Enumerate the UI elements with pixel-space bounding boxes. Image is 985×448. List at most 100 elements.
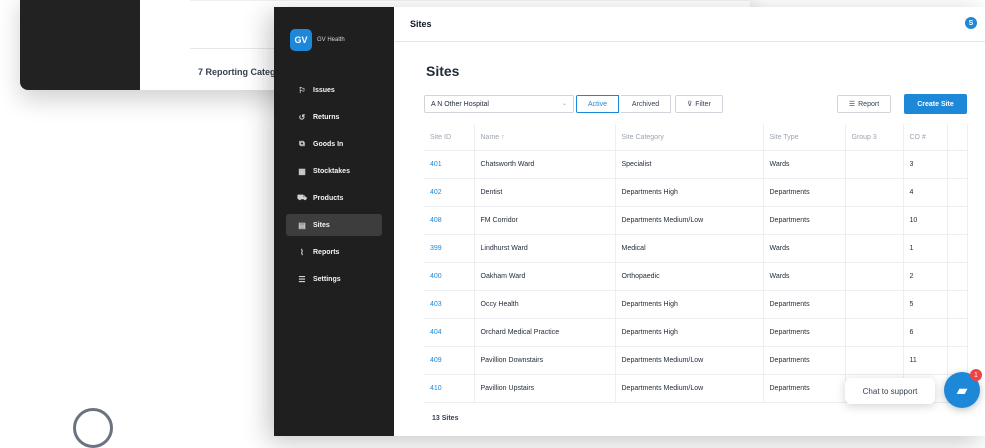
- table-cell: Departments: [763, 374, 846, 403]
- chat-to-support-button[interactable]: Chat to support: [845, 378, 935, 404]
- column-header[interactable]: CO #: [903, 124, 948, 151]
- settings-icon: ☰: [298, 274, 306, 284]
- chevron-down-icon: ⌄: [561, 101, 567, 107]
- brand-name: GV Health: [317, 37, 345, 43]
- table-cell-spacer: [947, 318, 968, 347]
- site-id-link[interactable]: 410: [424, 374, 475, 403]
- table-row[interactable]: 408 FM Corridor Departments Medium/Low Depa…: [424, 206, 968, 235]
- table-cell: [845, 262, 904, 291]
- table-cell: Pavillion Downstairs: [474, 346, 616, 375]
- table-cell: Orthopaedic: [615, 262, 764, 291]
- table-cell: [845, 318, 904, 347]
- table-cell-spacer: [947, 206, 968, 235]
- cart-icon: ⛟: [296, 193, 308, 202]
- filter-icon: ⊽: [687, 101, 693, 108]
- sidebar-item-label: Settings: [313, 275, 341, 283]
- table-cell: [845, 150, 904, 179]
- site-id-link[interactable]: 403: [424, 290, 475, 319]
- table-cell: [845, 178, 904, 207]
- sites-icon: ▤: [298, 220, 306, 230]
- site-id-link[interactable]: 404: [424, 318, 475, 347]
- table-cell: Wards: [763, 262, 846, 291]
- sidebar-item-sites[interactable]: ▤ Sites: [286, 214, 382, 236]
- top-bar: Sites: [394, 7, 985, 42]
- sidebar-item-reports[interactable]: ⌇ Reports: [286, 241, 382, 263]
- table-cell: Specialist: [615, 150, 764, 179]
- goods-in-icon: ⧉: [299, 139, 305, 148]
- table-cell: 2: [903, 262, 948, 291]
- table-cell: [845, 346, 904, 375]
- sidebar-item-label: Stocktakes: [313, 167, 350, 175]
- site-id-link[interactable]: 408: [424, 206, 475, 235]
- table-cell: [845, 234, 904, 263]
- sidebar-item-products[interactable]: ⛟ Products: [286, 187, 382, 209]
- page-title: Sites: [426, 63, 460, 79]
- filter-archived-toggle[interactable]: Archived: [621, 95, 671, 113]
- column-header[interactable]: Name ↑: [474, 124, 616, 151]
- create-site-button[interactable]: Create Site: [904, 94, 967, 114]
- table-row[interactable]: 399 Lindhurst Ward Medical Wards 1: [424, 234, 968, 263]
- avatar[interactable]: S: [965, 17, 977, 29]
- table-row[interactable]: 402 Dentist Departments High Departments 4: [424, 178, 968, 207]
- table-cell: [845, 290, 904, 319]
- table-cell: Departments Medium/Low: [615, 206, 764, 235]
- column-header-spacer: [947, 124, 968, 151]
- chat-notification-badge: 1: [970, 369, 982, 381]
- report-button[interactable]: ☰ Report: [837, 95, 891, 113]
- table-cell: Departments: [763, 318, 846, 347]
- sidebar-item-returns[interactable]: ↺ Returns: [286, 106, 382, 128]
- table-cell: Chatsworth Ward: [474, 150, 616, 179]
- sidebar-item-issues[interactable]: ⚐ Issues: [286, 79, 382, 101]
- table-cell: Wards: [763, 234, 846, 263]
- column-header[interactable]: Site ID: [424, 124, 475, 151]
- sidebar-item-goods-in[interactable]: ⧉ Goods In: [286, 133, 382, 155]
- table-cell: Departments: [763, 346, 846, 375]
- column-header[interactable]: Group 3: [845, 124, 904, 151]
- filter-active-toggle[interactable]: Active: [576, 95, 619, 113]
- table-row[interactable]: 404 Orchard Medical Practice Departments H…: [424, 318, 968, 347]
- table-cell: Medical: [615, 234, 764, 263]
- table-cell: Departments High: [615, 290, 764, 319]
- sidebar: GV GV Health ⚐ Issues ↺ Returns ⧉ Goods In ▦ St…: [274, 7, 394, 436]
- decorative-circle: [73, 408, 113, 448]
- table-cell: Departments: [763, 178, 846, 207]
- sites-count: 13 Sites: [432, 415, 459, 422]
- site-id-link[interactable]: 399: [424, 234, 475, 263]
- table-cell: Departments Medium/Low: [615, 374, 764, 403]
- site-id-link[interactable]: 402: [424, 178, 475, 207]
- table-row[interactable]: 400 Oakham Ward Orthopaedic Wards 2: [424, 262, 968, 291]
- chat-icon: ▰: [956, 381, 968, 398]
- table-cell: Orchard Medical Practice: [474, 318, 616, 347]
- site-id-link[interactable]: 409: [424, 346, 475, 375]
- hospital-select-value: A N Other Hospital: [431, 100, 489, 108]
- table-cell: 1: [903, 234, 948, 263]
- table-cell: Departments High: [615, 318, 764, 347]
- hospital-select[interactable]: A N Other Hospital ⌄: [424, 95, 574, 113]
- main-content: Sites S Sites A N Other Hospital ⌄ Activ…: [394, 7, 985, 436]
- column-header[interactable]: Site Type: [763, 124, 846, 151]
- site-id-link[interactable]: 401: [424, 150, 475, 179]
- app-window: GV GV Health ⚐ Issues ↺ Returns ⧉ Goods In ▦ St…: [274, 7, 985, 436]
- return-icon: ↺: [298, 112, 306, 122]
- logo: GV: [290, 29, 312, 51]
- table-cell: FM Corridor: [474, 206, 616, 235]
- table-row[interactable]: 401 Chatsworth Ward Specialist Wards 3: [424, 150, 968, 179]
- sidebar-item-label: Returns: [313, 113, 340, 121]
- filter-button-label: Filter: [695, 100, 711, 108]
- column-header[interactable]: Site Category: [615, 124, 764, 151]
- table-cell: Departments: [763, 206, 846, 235]
- table-cell-spacer: [947, 262, 968, 291]
- report-icon: ☰: [848, 101, 856, 108]
- sidebar-item-label: Products: [313, 194, 344, 202]
- table-cell-spacer: [947, 234, 968, 263]
- brand[interactable]: GV GV Health: [290, 29, 345, 51]
- filter-button[interactable]: ⊽ Filter: [675, 95, 723, 113]
- sidebar-item-settings[interactable]: ☰ Settings: [286, 268, 382, 290]
- sidebar-item-stocktakes[interactable]: ▦ Stocktakes: [286, 160, 382, 182]
- background-sidebar: [20, 0, 140, 90]
- table-header-row: Site ID Name ↑ Site Category Site Type Group…: [424, 124, 968, 151]
- table-row[interactable]: 409 Pavillion Downstairs Departments Mediu…: [424, 346, 968, 375]
- table-cell: 3: [903, 150, 948, 179]
- table-row[interactable]: 403 Occy Health Departments High Department…: [424, 290, 968, 319]
- site-id-link[interactable]: 400: [424, 262, 475, 291]
